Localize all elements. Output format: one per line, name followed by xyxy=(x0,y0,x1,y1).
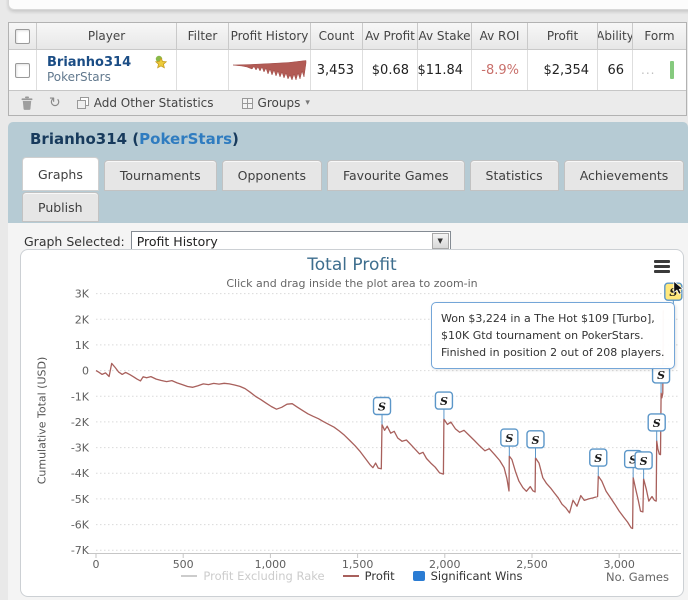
significant-win-flag[interactable]: S xyxy=(648,414,665,441)
significant-win-flag[interactable]: S xyxy=(435,392,452,419)
svg-text:-3K: -3K xyxy=(71,442,90,455)
av-profit-value: $0.68 xyxy=(363,50,418,90)
form-cell: ... xyxy=(633,50,686,90)
column-header-form[interactable]: Form xyxy=(633,23,686,49)
svg-text:0: 0 xyxy=(82,365,89,378)
tab-graphs[interactable]: Graphs xyxy=(22,157,99,191)
significant-win-flag[interactable]: S xyxy=(635,452,652,479)
player-panel-header: Brianho314 PokerStars Graphs Tournaments … xyxy=(8,122,688,223)
av-stake-value: $11.84 xyxy=(418,50,472,90)
profit-history-cell[interactable] xyxy=(229,50,311,90)
profit-value: $2,354 xyxy=(528,50,598,90)
refresh-icon[interactable]: ↻ xyxy=(49,96,61,110)
panel-player-name: Brianho314 xyxy=(30,130,127,148)
tab-achievements[interactable]: Achievements xyxy=(564,160,685,191)
caret-down-icon[interactable]: ▾ xyxy=(305,98,310,108)
chart-legend: Profit Excluding Rake Profit Significant… xyxy=(21,569,683,583)
tab-opponents[interactable]: Opponents xyxy=(222,160,322,191)
tournament-tooltip: Won $3,224 in a The Hot $109 [Turbo], $1… xyxy=(431,302,675,369)
graph-selector[interactable]: Profit History ▼ xyxy=(131,231,451,251)
tooltip-line: Finished in position 2 out of 208 player… xyxy=(441,344,665,361)
column-header-av-stake[interactable]: Av Stake xyxy=(418,23,472,49)
form-dots: ... xyxy=(633,63,655,77)
dropdown-arrow-icon: ▼ xyxy=(438,237,443,245)
groups-button[interactable]: Groups xyxy=(258,96,301,110)
column-header-count[interactable]: Count xyxy=(311,23,363,49)
column-header-av-roi[interactable]: Av ROI xyxy=(472,23,528,49)
svg-text:S: S xyxy=(594,452,602,465)
groups-icon[interactable] xyxy=(242,98,253,109)
column-header-player[interactable]: Player xyxy=(37,23,177,49)
av-roi-value: -8.9% xyxy=(472,50,528,90)
svg-text:-4K: -4K xyxy=(71,467,90,480)
svg-text:-1K: -1K xyxy=(71,390,90,403)
significant-win-flag[interactable]: S xyxy=(590,449,607,476)
tab-bar-row2: Publish xyxy=(22,192,99,222)
svg-text:1K: 1K xyxy=(75,339,90,352)
svg-text:S: S xyxy=(640,455,648,468)
player-results-table: Player Filter Profit History Count Av Pr… xyxy=(8,22,687,116)
top-section-remnant xyxy=(8,0,688,10)
filter-cell[interactable] xyxy=(177,50,229,90)
sharkscope-app: Player Filter Profit History Count Av Pr… xyxy=(0,0,688,600)
svg-text:-6K: -6K xyxy=(71,519,90,532)
form-bar xyxy=(670,61,674,79)
graph-selector-row: Graph Selected: Profit History ▼ xyxy=(24,231,451,251)
row-checkbox[interactable] xyxy=(15,63,30,78)
player-site-label: PokerStars xyxy=(47,70,111,85)
column-header-av-profit[interactable]: Av Profit xyxy=(363,23,418,49)
svg-text:2K: 2K xyxy=(75,313,90,326)
column-header-filter[interactable]: Filter xyxy=(177,23,229,49)
tab-bar-row1: Graphs Tournaments Opponents Favourite G… xyxy=(22,160,688,191)
tab-publish[interactable]: Publish xyxy=(22,192,99,222)
tooltip-line: $10K Gtd tournament on PokerStars. xyxy=(441,327,665,344)
select-all-checkbox[interactable] xyxy=(15,29,30,44)
player-name-link[interactable]: Brianho314 xyxy=(47,55,131,70)
column-header-profit-history[interactable]: Profit History xyxy=(229,23,311,49)
add-other-statistics-button[interactable]: Add Other Statistics xyxy=(94,96,214,110)
significant-win-flag[interactable]: S xyxy=(374,397,391,424)
panel-site-link[interactable]: PokerStars xyxy=(139,130,232,148)
column-header-profit[interactable]: Profit xyxy=(528,23,598,49)
panel-title: Brianho314 PokerStars xyxy=(30,130,239,148)
tab-tournaments[interactable]: Tournaments xyxy=(104,160,217,191)
tab-statistics[interactable]: Statistics xyxy=(470,160,559,191)
dropdown-arrow-button[interactable]: ▼ xyxy=(432,233,449,249)
significant-win-flag[interactable]: S xyxy=(527,431,544,458)
svg-text:S: S xyxy=(653,417,661,430)
svg-text:-7K: -7K xyxy=(71,544,90,557)
medal-icon xyxy=(154,55,168,71)
x-axis-title: No. Games xyxy=(606,570,669,584)
legend-square-swatch xyxy=(413,571,425,581)
tab-favourite-games[interactable]: Favourite Games xyxy=(327,160,465,191)
ability-value: 66 xyxy=(598,50,633,90)
table-row[interactable]: Brianho314 PokerStars 3,453 $0.68 $11.84… xyxy=(9,50,686,90)
count-value: 3,453 xyxy=(311,50,363,90)
tooltip-line: Won $3,224 in a The Hot $109 [Turbo], xyxy=(441,310,665,327)
legend-line-swatch xyxy=(181,575,197,577)
svg-text:S: S xyxy=(378,400,386,413)
profit-history-sparkline xyxy=(231,55,309,85)
graph-selected-label: Graph Selected: xyxy=(24,234,125,249)
svg-text:-5K: -5K xyxy=(71,493,90,506)
total-profit-chart: Total Profit Click and drag inside the p… xyxy=(20,249,684,597)
svg-text:S: S xyxy=(440,395,448,408)
column-header-ability[interactable]: Ability xyxy=(598,23,633,49)
svg-text:3K: 3K xyxy=(75,288,90,301)
legend-item-significant-wins[interactable]: Significant Wins xyxy=(413,569,523,583)
significant-win-flag[interactable]: S xyxy=(653,366,670,393)
svg-text:S: S xyxy=(532,434,540,447)
table-header-row: Player Filter Profit History Count Av Pr… xyxy=(9,23,686,50)
svg-text:-2K: -2K xyxy=(71,416,90,429)
svg-text:S: S xyxy=(505,432,513,445)
legend-item-profit-excluding-rake[interactable]: Profit Excluding Rake xyxy=(181,569,324,583)
graph-selector-value: Profit History xyxy=(137,234,218,249)
legend-item-profit[interactable]: Profit xyxy=(343,569,395,583)
significant-win-flag[interactable]: S xyxy=(501,429,518,456)
add-statistics-icon[interactable] xyxy=(77,97,89,109)
svg-text:S: S xyxy=(657,369,665,382)
trash-icon[interactable] xyxy=(21,96,33,110)
table-toolbar: ↻ Add Other Statistics Groups ▾ xyxy=(9,90,686,115)
legend-line-swatch xyxy=(343,575,359,577)
